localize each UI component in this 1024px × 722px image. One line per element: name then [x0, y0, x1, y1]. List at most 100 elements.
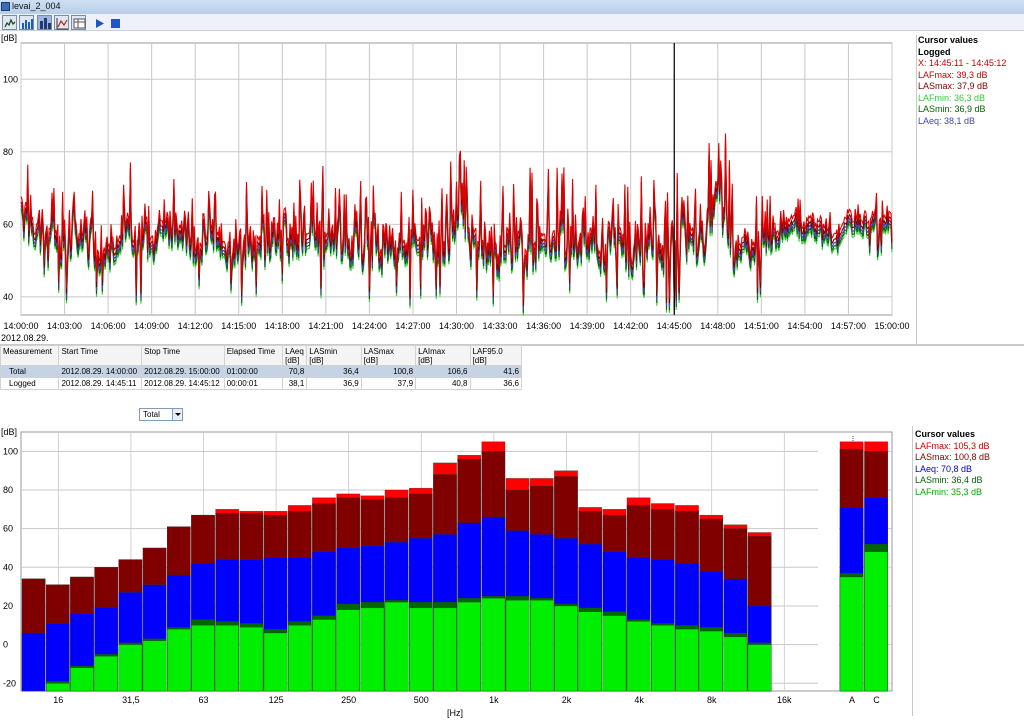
bar-lafmin	[118, 644, 143, 692]
table-cell: 100,8	[360, 365, 417, 378]
table-cell: Total	[0, 365, 60, 378]
table-cell: 2012.08.29. 14:45:11	[58, 377, 143, 390]
table-column-header[interactable]: Measurement	[0, 345, 60, 366]
y-tick-label: 0	[3, 640, 8, 650]
bar-laeq	[46, 623, 70, 692]
x-tick-label: 14:45:00	[657, 321, 692, 331]
bottom-chart-unit-label: [dB]	[1, 427, 18, 437]
x-tick-label: 15:00:00	[874, 321, 909, 331]
table-column-header[interactable]: LAeq [dB]	[282, 345, 308, 366]
table-icon[interactable]	[71, 15, 86, 30]
spectrum-chart[interactable]: 100 80 60 40 20 0 -20 16 31,5 63 125 250 500 1k 2k 4k 8k…	[0, 424, 1024, 722]
chevron-down-icon[interactable]	[172, 409, 182, 420]
x-tick-label: 14:24:00	[352, 321, 387, 331]
column-header-label: Stop Time	[144, 347, 181, 356]
table-cell: 00:00:01	[223, 377, 284, 390]
bar-lafmin	[360, 607, 385, 692]
spectrum-source-value: Total	[143, 410, 160, 419]
time-history-icon[interactable]	[2, 15, 17, 30]
bar-lafmin	[505, 600, 530, 692]
bar-chart-icon[interactable]	[37, 15, 52, 30]
statistics-table: Measurement Start Time Stop Time Elapsed Ti…	[0, 345, 523, 390]
bar-lafmin	[384, 601, 409, 692]
y-tick-label: 100	[3, 446, 18, 456]
bar-lafmin	[839, 576, 864, 692]
table-cell: Logged	[0, 377, 60, 390]
bar-lafmin	[864, 551, 888, 692]
cursor-value-line: LAFmin: 35,3 dB	[915, 486, 983, 497]
table-row[interactable]: Total 2012.08.29. 14:00:00 2012.08.29. 15:…	[0, 365, 523, 378]
x-tick-label: 2k	[562, 695, 572, 705]
bar-lafmin	[747, 644, 772, 692]
x-tick-label: 14:18:00	[265, 321, 300, 331]
table-cell: 37,9	[360, 377, 417, 390]
table-column-header[interactable]: LAF95.0 [dB]	[469, 345, 523, 366]
top-cursor-values-panel: Cursor values Logged X: 14:45:11 - 14:45…	[918, 35, 1006, 127]
bar-lafmin	[530, 600, 554, 692]
x-tick-label: 14:21:00	[308, 321, 343, 331]
cursor-values-subheading: Logged	[918, 46, 951, 57]
column-header-label: Elapsed Time	[226, 347, 276, 356]
table-cell: 70,8	[282, 365, 308, 378]
stop-icon[interactable]	[107, 15, 122, 30]
bar-lafmin	[409, 607, 433, 692]
y-tick-label: 80	[3, 147, 13, 157]
table-column-header[interactable]: Start Time	[58, 345, 143, 366]
toolbar	[0, 14, 1024, 31]
x-tick-label: 8k	[707, 695, 717, 705]
table-cell: 36,9	[306, 377, 362, 390]
column-header-unit: [dB]	[472, 356, 487, 365]
bar-lafmin	[457, 601, 481, 692]
play-icon[interactable]	[91, 15, 106, 30]
spectrum-source-select[interactable]: Total	[139, 408, 183, 421]
x-tick-label: 14:15:00	[221, 321, 256, 331]
x-tick-label: 1k	[489, 695, 499, 705]
time-history-chart[interactable]: 100 80 60 40 14:00:00 14:03:00 14:06:00 14:09:0…	[0, 31, 1024, 345]
bar-lafmin	[70, 667, 94, 692]
table-cell: 41,6	[469, 365, 523, 378]
cursor-values-heading: Cursor values	[915, 429, 976, 439]
cursor-value-line: LAFmin: 36,3 dB	[918, 92, 986, 103]
column-header-unit: [dB]	[418, 356, 433, 365]
cursor-values-heading: Cursor values	[918, 35, 979, 45]
bar-lafmin	[167, 628, 191, 692]
table-row[interactable]: Logged 2012.08.29. 14:45:11 2012.08.29. 14…	[0, 377, 523, 390]
spectrum-icon[interactable]	[19, 15, 34, 30]
x-tick-label: 14:48:00	[700, 321, 735, 331]
x-tick-label: 16k	[777, 695, 792, 705]
x-tick-label: 14:03:00	[47, 321, 82, 331]
bar-lafmin	[288, 625, 312, 692]
cursor-value-line: LAeq: 38,1 dB	[918, 115, 976, 126]
x-tick-label: 14:39:00	[570, 321, 605, 331]
x-tick-label: 14:51:00	[744, 321, 779, 331]
bar-lafmin	[626, 621, 651, 692]
bar-lafmin	[699, 630, 723, 692]
window-titlebar: levai_2_004	[0, 0, 1024, 14]
table-column-header[interactable]: Elapsed Time	[223, 345, 284, 366]
bar-lafmin	[481, 598, 506, 692]
x-tick-label: 16	[53, 695, 63, 705]
column-header-label: Measurement	[3, 347, 52, 356]
table-cell: 2012.08.29. 14:00:00	[58, 365, 143, 378]
table-column-header[interactable]: LAImax [dB]	[415, 345, 471, 366]
table-column-header[interactable]: Stop Time	[141, 345, 225, 366]
bar-lafmin	[578, 611, 602, 692]
x-tick-label: 14:33:00	[483, 321, 518, 331]
x-tick-label: 31,5	[122, 695, 140, 705]
table-cell: 2012.08.29. 14:45:12	[141, 377, 225, 390]
bar-lafmin	[142, 640, 167, 692]
table-cell: 01:00:00	[223, 365, 284, 378]
cursor-value-line: LAFmax: 105,3 dB	[915, 440, 990, 451]
y-tick-label: 40	[3, 292, 13, 302]
table-column-header[interactable]: LASmax [dB]	[360, 345, 417, 366]
y-tick-label: 60	[3, 219, 13, 229]
x-tick-label: 14:00:00	[3, 321, 38, 331]
statistics-icon[interactable]	[54, 15, 69, 30]
x-tick-label: 14:30:00	[439, 321, 474, 331]
table-cell: 36,4	[306, 365, 362, 378]
table-column-header[interactable]: LASmin [dB]	[306, 345, 362, 366]
cursor-value-line: LASmin: 36,9 dB	[918, 104, 986, 114]
bottom-chart-x-axis-label: [Hz]	[447, 708, 464, 718]
table-cell: 36,6	[469, 377, 523, 390]
cursor-value-line: X: 14:45:11 - 14:45:12	[918, 58, 1007, 68]
